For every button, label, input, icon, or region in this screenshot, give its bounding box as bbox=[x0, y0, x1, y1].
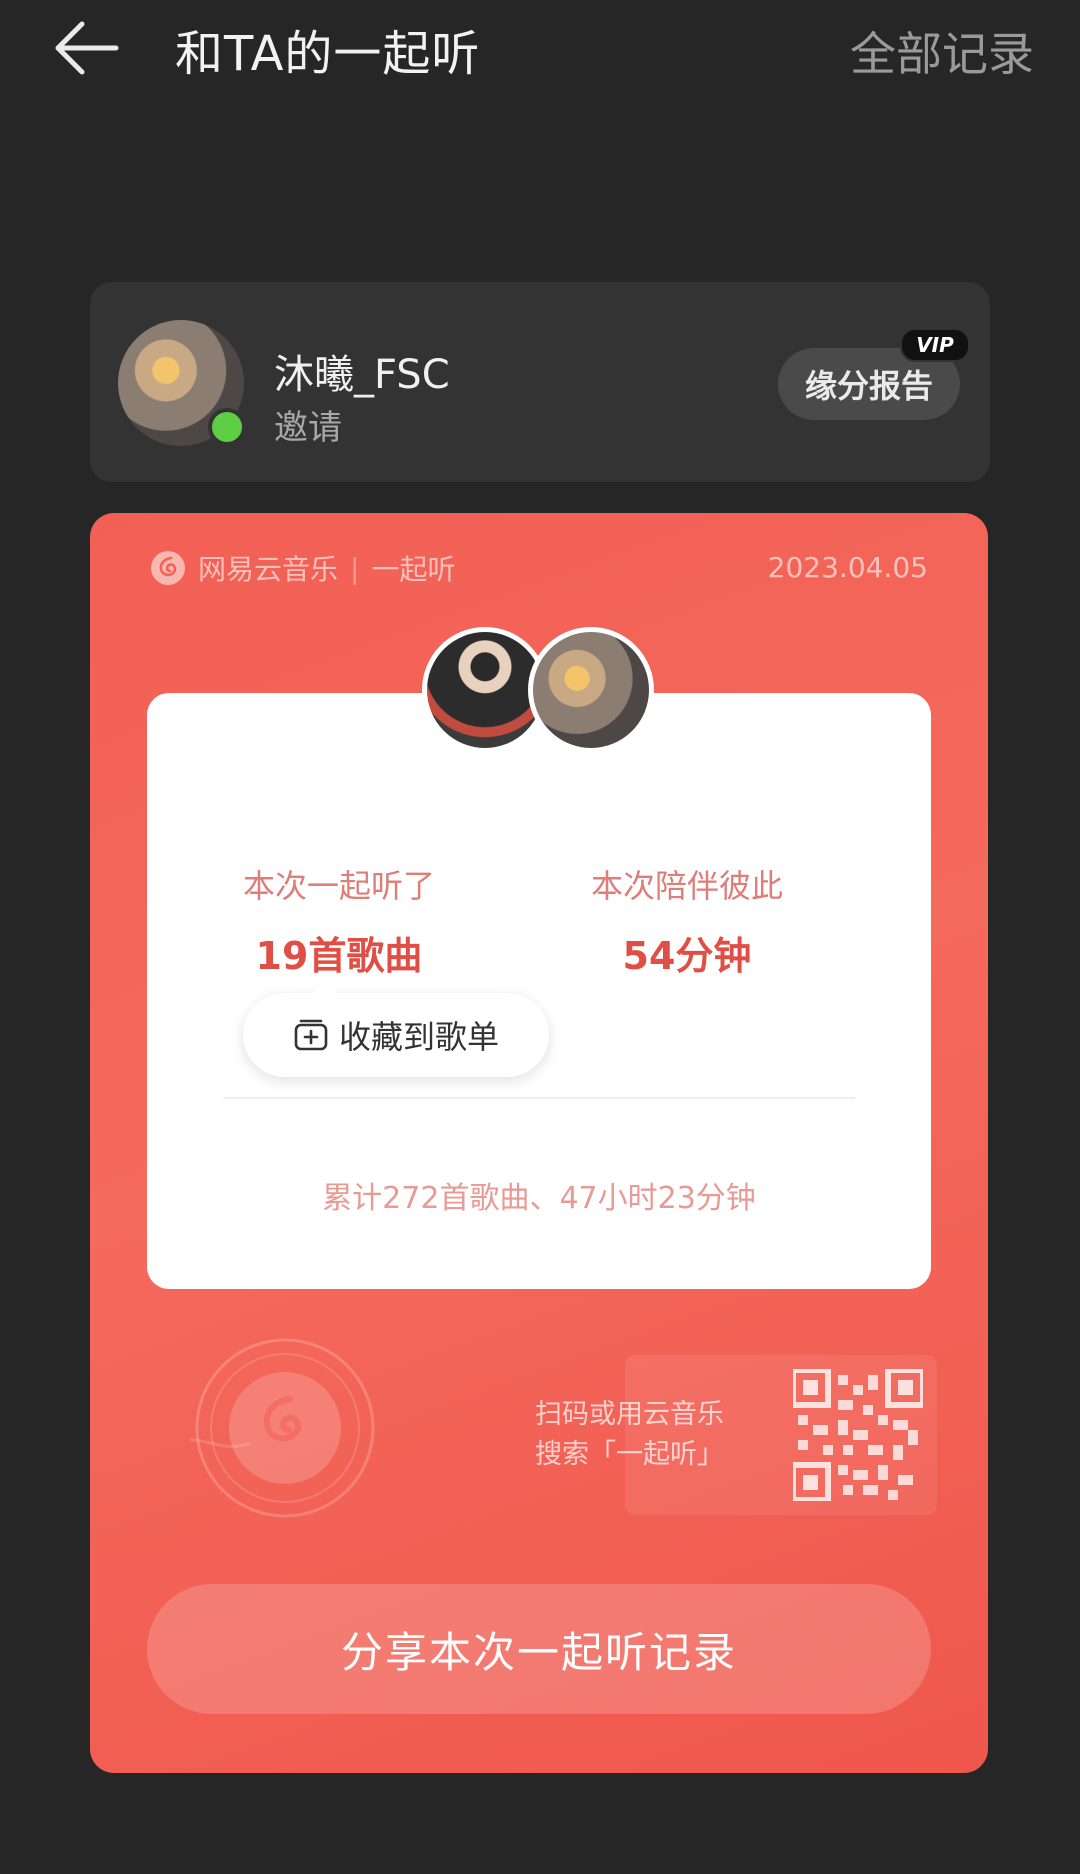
username: 沐曦_FSC bbox=[274, 352, 450, 398]
stats-box: 本次一起听了 19首歌曲 本次陪伴彼此 54分钟 收藏到歌单 累计272首歌曲、… bbox=[147, 693, 931, 1289]
music-stamp-icon bbox=[190, 1338, 375, 1518]
stat-companion-value: 54分钟 bbox=[622, 934, 752, 978]
brand-separator: | bbox=[350, 551, 360, 585]
share-record-button[interactable]: 分享本次一起听记录 bbox=[147, 1584, 931, 1714]
user-avatar[interactable] bbox=[528, 627, 654, 753]
vip-badge: VIP bbox=[900, 328, 970, 362]
invite-status: 邀请 bbox=[274, 408, 342, 448]
all-records-link[interactable]: 全部记录 bbox=[850, 18, 1034, 84]
card-date: 2023.04.05 bbox=[767, 551, 928, 584]
qr-code-icon[interactable] bbox=[793, 1369, 923, 1501]
stat-listened-label: 本次一起听了 bbox=[242, 867, 435, 905]
feature-name: 一起听 bbox=[371, 553, 456, 586]
divider bbox=[223, 1097, 855, 1099]
stat-companion: 本次陪伴彼此 54分钟 bbox=[557, 861, 817, 980]
stat-listened-value: 19首歌曲 bbox=[255, 934, 423, 978]
user-card[interactable]: 沐曦_FSC 邀请 缘分报告 VIP bbox=[90, 282, 990, 482]
back-arrow-icon[interactable] bbox=[52, 16, 122, 80]
collect-to-playlist-button[interactable]: 收藏到歌单 bbox=[243, 979, 549, 1077]
collect-label: 收藏到歌单 bbox=[338, 1018, 499, 1056]
qr-hint-line1: 扫码或用云音乐 bbox=[535, 1399, 724, 1430]
share-card: 网易云音乐 | 一起听 2023.04.05 本次一起听了 19首歌曲 本次陪伴… bbox=[90, 513, 988, 1773]
qr-area: 扫码或用云音乐 搜索「一起听」 bbox=[535, 1355, 937, 1515]
stat-companion-label: 本次陪伴彼此 bbox=[590, 867, 783, 905]
add-playlist-icon bbox=[294, 1019, 328, 1051]
total-summary: 累计272首歌曲、47小时23分钟 bbox=[322, 1181, 756, 1216]
brand-header: 网易云音乐 | 一起听 bbox=[150, 548, 455, 588]
page-title: 和TA的一起听 bbox=[175, 26, 481, 82]
stat-listened: 本次一起听了 19首歌曲 bbox=[209, 861, 469, 980]
netease-logo-icon bbox=[151, 551, 185, 585]
online-status-dot bbox=[208, 408, 246, 446]
header-bar: 和TA的一起听 全部记录 bbox=[0, 0, 1080, 100]
brand-name: 网易云音乐 bbox=[198, 553, 339, 586]
qr-hint-line2: 搜索「一起听」 bbox=[535, 1439, 724, 1470]
qr-hint: 扫码或用云音乐 搜索「一起听」 bbox=[535, 1395, 755, 1475]
